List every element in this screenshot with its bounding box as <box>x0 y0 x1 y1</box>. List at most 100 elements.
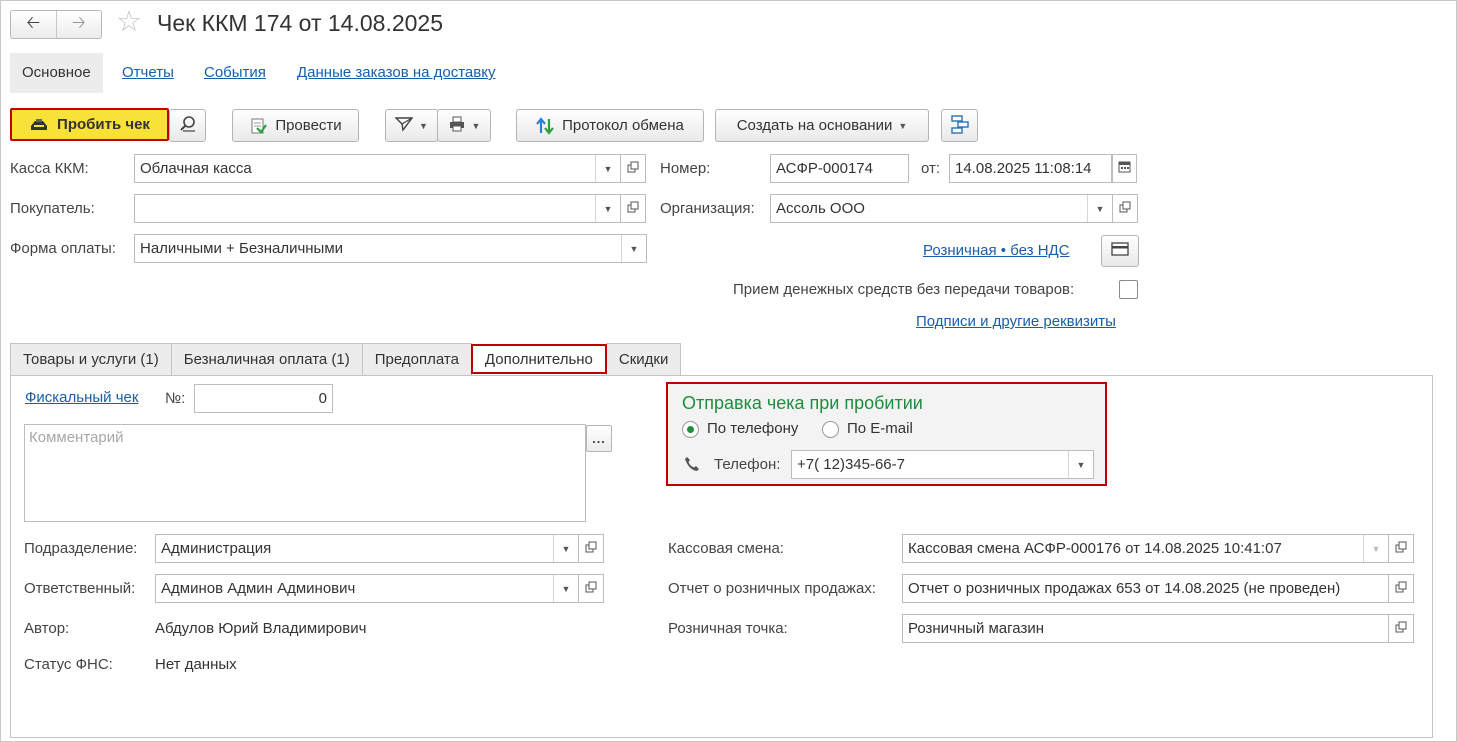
buyer-open-button[interactable] <box>621 194 646 223</box>
print-receipt-label: Пробить чек <box>57 116 150 133</box>
chevron-down-icon[interactable]: ▼ <box>595 195 620 222</box>
printer-icon <box>448 115 466 137</box>
open-window-icon <box>585 540 597 557</box>
radio-by-phone[interactable]: По телефону <box>682 419 798 439</box>
cash-register-open-button[interactable] <box>621 154 646 183</box>
exchange-log-label: Протокол обмена <box>562 117 684 134</box>
tab-reports[interactable]: Отчеты <box>110 53 186 93</box>
comment-placeholder: Комментарий <box>29 429 124 446</box>
cash-shift-value: Кассовая смена АСФР-000176 от 14.08.2025… <box>908 540 1282 557</box>
print-receipt-button[interactable]: Пробить чек <box>10 108 169 141</box>
fns-status-value: Нет данных <box>155 656 237 673</box>
calendar-icon <box>1118 160 1131 177</box>
fiscal-number-label: №: <box>165 390 186 407</box>
chevron-down-icon[interactable]: ▼ <box>553 535 578 562</box>
forward-button[interactable]: 🡢 <box>55 11 102 38</box>
organization-field[interactable]: Ассоль ООО ▼ <box>770 194 1113 223</box>
navigation-buttons: 🡠 🡢 <box>10 10 102 39</box>
number-field[interactable]: АСФР-000174 <box>770 154 909 183</box>
structure-button[interactable] <box>941 109 978 142</box>
radio-email-label: По E-mail <box>847 420 913 437</box>
fiscal-number-field[interactable]: 0 <box>194 384 333 413</box>
phone-field[interactable]: +7( 12)345-66-7 ▼ <box>791 450 1094 479</box>
preview-button[interactable] <box>169 109 206 142</box>
department-value: Администрация <box>161 540 272 557</box>
payment-card-button[interactable] <box>1101 235 1139 267</box>
responsible-value: Админов Админ Админович <box>161 580 356 597</box>
send-dropdown-button[interactable]: ▼ <box>385 109 438 142</box>
tab-discounts[interactable]: Скидки <box>605 343 682 376</box>
comment-textarea[interactable]: Комментарий <box>24 424 586 522</box>
retail-point-label: Розничная точка: <box>668 620 788 637</box>
chevron-down-icon[interactable]: ▼ <box>553 575 578 602</box>
author-label: Автор: <box>24 620 70 637</box>
star-icon[interactable]: ☆ <box>116 8 142 37</box>
fiscal-number-value: 0 <box>318 390 327 407</box>
post-button[interactable]: Провести <box>232 109 359 142</box>
comment-more-button[interactable]: ... <box>586 425 612 452</box>
post-label: Провести <box>275 117 342 134</box>
chevron-down-icon[interactable]: ▼ <box>1068 451 1093 478</box>
responsible-field[interactable]: Админов Админ Админович ▼ <box>155 574 579 603</box>
chevron-down-icon: ▼ <box>898 120 908 131</box>
tab-events[interactable]: События <box>192 53 278 93</box>
phone-icon <box>684 456 700 476</box>
phone-value: +7( 12)345-66-7 <box>797 456 905 473</box>
cash-shift-field[interactable]: Кассовая смена АСФР-000176 от 14.08.2025… <box>902 534 1389 563</box>
department-open-button[interactable] <box>579 534 604 563</box>
payment-form-value: Наличными + Безналичными <box>140 240 344 257</box>
date-field[interactable]: 14.08.2025 11:08:14 <box>949 154 1112 183</box>
no-goods-transfer-checkbox[interactable] <box>1119 280 1138 299</box>
calendar-button[interactable] <box>1112 154 1137 183</box>
send-receipt-title: Отправка чека при пробитии <box>682 393 923 413</box>
tab-prepayment[interactable]: Предоплата <box>361 343 472 376</box>
department-label: Подразделение: <box>24 540 138 557</box>
organization-label: Организация: <box>660 200 755 217</box>
structure-icon <box>950 114 970 138</box>
open-window-icon <box>585 580 597 597</box>
author-value: Абдулов Юрий Владимирович <box>155 620 367 637</box>
tab-additional[interactable]: Дополнительно <box>470 344 607 374</box>
retail-point-open-button[interactable] <box>1389 614 1414 643</box>
print-dropdown-button[interactable]: ▼ <box>437 109 491 142</box>
open-window-icon <box>1395 620 1407 637</box>
tab-cashless-payment[interactable]: Безналичная оплата (1) <box>170 343 363 376</box>
payment-form-label: Форма оплаты: <box>10 240 116 257</box>
chevron-down-icon[interactable]: ▼ <box>1363 535 1388 562</box>
price-type-link[interactable]: Розничная • без НДС <box>923 242 1070 259</box>
signatures-link[interactable]: Подписи и другие реквизиты <box>916 313 1116 330</box>
department-field[interactable]: Администрация ▼ <box>155 534 579 563</box>
radio-button-phone[interactable] <box>682 420 699 438</box>
open-window-icon <box>627 200 639 217</box>
buyer-field[interactable]: ▼ <box>134 194 621 223</box>
retail-report-field[interactable]: Отчет о розничных продажах 653 от 14.08.… <box>902 574 1389 603</box>
arrow-right-icon: 🡢 <box>71 13 86 32</box>
page-title: Чек ККМ 174 от 14.08.2025 <box>157 10 444 36</box>
chevron-down-icon: ▼ <box>419 120 428 131</box>
retail-report-open-button[interactable] <box>1389 574 1414 603</box>
tab-main[interactable]: Основное <box>10 53 103 93</box>
back-button[interactable]: 🡠 <box>11 11 56 38</box>
radio-by-email[interactable]: По E-mail <box>822 419 913 439</box>
cash-register-field[interactable]: Облачная касса ▼ <box>134 154 621 183</box>
exchange-log-button[interactable]: Протокол обмена <box>516 109 704 142</box>
organization-open-button[interactable] <box>1113 194 1138 223</box>
exchange-arrows-icon <box>536 116 554 135</box>
open-window-icon <box>1395 580 1407 597</box>
chevron-down-icon[interactable]: ▼ <box>595 155 620 182</box>
tab-delivery-orders[interactable]: Данные заказов на доставку <box>285 53 507 93</box>
cash-shift-open-button[interactable] <box>1389 534 1414 563</box>
retail-report-label: Отчет о розничных продажах: <box>668 580 876 597</box>
create-based-on-button[interactable]: Создать на основании ▼ <box>715 109 929 142</box>
retail-point-field[interactable]: Розничный магазин <box>902 614 1389 643</box>
chevron-down-icon[interactable]: ▼ <box>1087 195 1112 222</box>
fiscal-receipt-link[interactable]: Фискальный чек <box>25 389 138 406</box>
radio-button-email[interactable] <box>822 420 839 438</box>
chevron-down-icon[interactable]: ▼ <box>621 235 646 262</box>
create-based-on-label: Создать на основании <box>736 117 893 134</box>
payment-form-field[interactable]: Наличными + Безналичными ▼ <box>134 234 647 263</box>
organization-value: Ассоль ООО <box>776 200 865 217</box>
tab-goods-services[interactable]: Товары и услуги (1) <box>10 343 172 376</box>
responsible-open-button[interactable] <box>579 574 604 603</box>
cash-register-value: Облачная касса <box>140 160 252 177</box>
